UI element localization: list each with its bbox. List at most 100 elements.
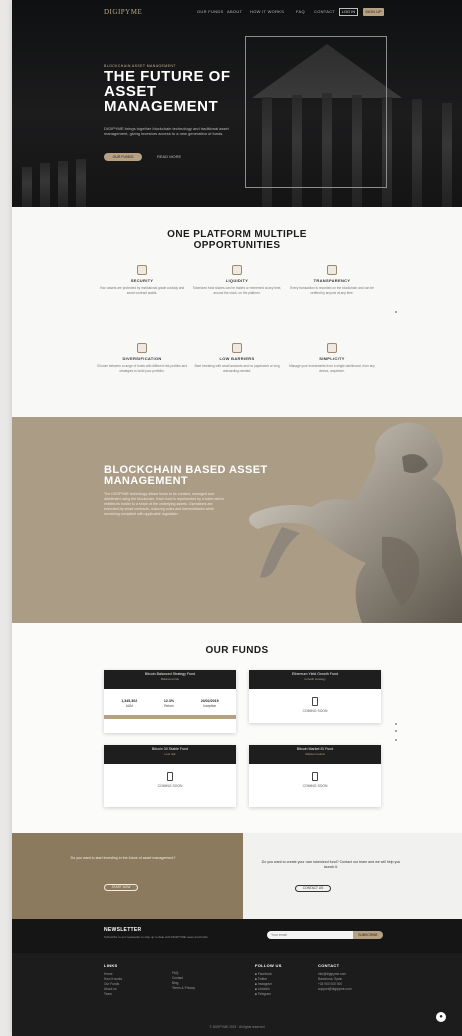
fund-subtitle: Market neutral [305,751,325,756]
fund-card[interactable]: Bitcoin Balanced Strategy Fund Balanced … [104,670,236,733]
read-more-link[interactable]: READ MORE [157,154,181,159]
dashboard-icon [327,343,337,353]
signup-button[interactable]: SIGN UP [363,8,384,16]
platform-title: ONE PLATFORM MULTIPLE OPPORTUNITIES [167,229,307,251]
feature-text: Manage your investments from a single da… [289,364,375,373]
feature-title: SECURITY [130,278,154,283]
scroll-dot [395,723,397,725]
fund-stat: 12.3% Return [163,699,175,708]
telegram-link[interactable]: ■ Telegram [255,992,282,997]
feature-simplicity: SIMPLICITY Manage your investments from … [287,343,377,373]
feature-title: TRANSPARENCY [313,278,351,283]
nav-link-faq[interactable]: FAQ [296,9,305,14]
feature-title: LOW BARRIERS [219,356,255,361]
feature-text: Every transaction is recorded on the blo… [290,286,374,295]
footer-links-column-2: FAQ Contact Blog Terms & Privacy [172,971,195,991]
hero-title: THE FUTURE OF ASSET MANAGEMENT [104,68,231,115]
liquidity-icon [232,265,242,275]
footer-links-column: LINKS Home How it works Our Funds About … [104,963,122,997]
fund-stat: 23/02/2019 Inception [200,699,219,708]
shield-icon [137,265,147,275]
pie-icon [137,343,147,353]
feature-security: SECURITY Your assets are protected by in… [97,265,187,295]
feature-text: Start investing with small amounts and n… [194,364,280,373]
nav-link-about[interactable]: ABOUT [227,9,242,14]
fund-status: COMING SOON [302,784,328,788]
scroll-dot [395,739,397,741]
newsletter-text: Subscribe to our newsletter to stay up t… [104,935,209,939]
create-fund-cta-text: Do you want to create your own tokenized… [261,860,401,869]
contact-us-button[interactable]: CONTACT US [295,885,331,892]
invest-cta-panel: Do you want to start investing in the fu… [12,833,243,919]
hero-cta-button[interactable]: OUR FUNDS [104,153,142,161]
platform-section: ONE PLATFORM MULTIPLE OPPORTUNITIES SECU… [12,207,462,417]
fund-card[interactable]: Bitcoin 30 Stable Fund Low risk COMING S… [104,745,236,807]
blockchain-section: BLOCKCHAIN BASED ASSET MANAGEMENT The DI… [12,417,462,623]
blockchain-text: The DIGIPYME technology allows funds to … [104,492,224,516]
start-now-button[interactable]: START NOW [104,884,138,891]
top-nav: DIGIPYME OUR FUNDS ABOUT HOW IT WORKS FA… [12,8,462,20]
hourglass-icon [167,772,173,781]
fund-card-header: Bitcoin Market ID Fund Market neutral [249,745,381,764]
scroll-dot [395,730,397,732]
hero-section: DIGIPYME OUR FUNDS ABOUT HOW IT WORKS FA… [12,0,462,207]
fund-name: Bitcoin Market ID Fund [296,747,334,751]
coin-icon [232,343,242,353]
subscribe-button[interactable]: SUBSCRIBE [353,931,383,939]
fund-stat: 1,345,302 AUM [121,699,138,708]
fund-name: Bitcoin 30 Stable Fund [151,747,189,751]
feature-low-barriers: LOW BARRIERS Start investing with small … [192,343,282,373]
fund-card[interactable]: Bitcoin Market ID Fund Market neutral CO… [249,745,381,807]
newsletter-section: NEWSLETTER Subscribe to our newsletter t… [12,919,462,953]
fund-status: COMING SOON [157,784,183,788]
footer-heading: FOLLOW US [255,963,282,968]
fund-subtitle: Growth strategy [304,676,326,681]
footer-heading: LINKS [104,963,118,968]
footer-contact-column: CONTACT info@digipyme.com Barcelona, Spa… [318,963,352,992]
newsletter-email-input[interactable] [267,931,353,939]
footer: LINKS Home How it works Our Funds About … [12,953,462,1036]
fund-name: Ethereum Yield Growth Fund [291,672,339,676]
footer-heading: CONTACT [318,963,340,968]
feature-title: LIQUIDITY [225,278,249,283]
hourglass-icon [312,772,318,781]
fund-card-header: Bitcoin 30 Stable Fund Low risk [104,745,236,764]
fund-stats: 1,345,302 AUM 12.3% Return 23/02/2019 Incep… [104,689,236,712]
hero-frame [245,36,387,188]
feature-title: SIMPLICITY [319,356,345,361]
horse-statue-image [249,422,462,623]
chat-icon[interactable]: ● [436,1012,446,1022]
fund-card[interactable]: Ethereum Yield Growth Fund Growth strate… [249,670,381,723]
hero-description: DIGIPYME brings together blockchain tech… [104,126,229,136]
feature-liquidity: LIQUIDITY Tokenized fund shares can be t… [192,265,282,295]
nav-link-how[interactable]: HOW IT WORKS [250,9,284,14]
fund-card-header: Ethereum Yield Growth Fund Growth strate… [249,670,381,689]
copyright: © DIGIPYME 2019 · All rights reserved [209,1025,265,1029]
eye-icon [327,265,337,275]
create-fund-cta-panel: Do you want to create your own tokenized… [243,833,462,919]
feature-text: Choose between a range of funds with dif… [97,364,187,373]
feature-transparency: TRANSPARENCY Every transaction is record… [287,265,377,295]
fund-progress-bar [104,715,236,719]
fund-card-header: Bitcoin Balanced Strategy Fund Balanced … [104,670,236,689]
hourglass-icon [312,697,318,706]
footer-link[interactable]: Terms & Privacy [172,986,195,991]
footer-follow-column: FOLLOW US ■ Facebook ■ Twitter ■ Instagr… [255,963,282,997]
footer-link[interactable]: Team [104,992,122,997]
fund-subtitle: Balanced risk [160,676,179,681]
logo[interactable]: DIGIPYME [104,8,142,16]
login-button[interactable]: LOG IN [339,8,358,16]
nav-link-funds[interactable]: OUR FUNDS [197,9,223,14]
nav-link-contact[interactable]: CONTACT [314,9,335,14]
feature-diversification: DIVERSIFICATION Choose between a range o… [97,343,187,373]
invest-cta-text: Do you want to start investing in the fu… [70,856,176,860]
newsletter-title: NEWSLETTER [104,927,142,933]
fund-status: COMING SOON [302,709,328,713]
footer-contact-item: support@digipyme.com [318,987,352,991]
funds-title: OUR FUNDS [205,645,269,656]
page: DIGIPYME OUR FUNDS ABOUT HOW IT WORKS FA… [12,0,462,1036]
feature-title: DIVERSIFICATION [122,356,162,361]
fund-subtitle: Low risk [164,751,176,756]
fund-name: Bitcoin Balanced Strategy Fund [144,672,196,676]
feature-text: Your assets are protected by institution… [99,286,185,295]
